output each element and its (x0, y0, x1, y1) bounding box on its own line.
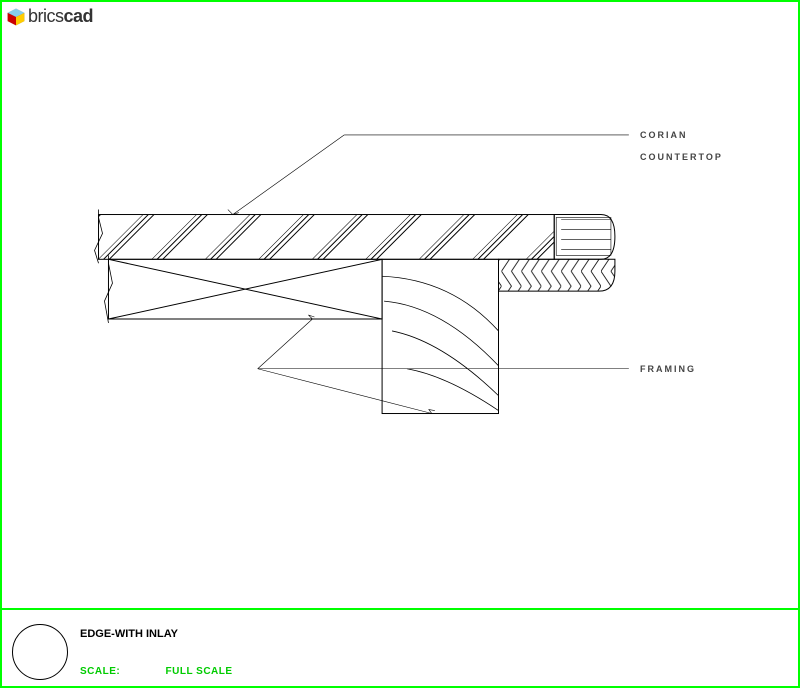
app-frame: bricscad (0, 0, 800, 688)
cad-drawing (4, 32, 796, 606)
substrate-box (108, 259, 382, 319)
title-block: EDGE-WITH INLAY SCALE: FULL SCALE (2, 608, 798, 686)
scale-value: FULL SCALE (166, 666, 233, 677)
detail-marker-circle (12, 624, 68, 680)
label-framing: FRAMING (640, 364, 696, 374)
leader-framing (258, 315, 629, 414)
label-corian-2: COUNTERTOP (640, 152, 723, 162)
scale-label: SCALE: (80, 666, 120, 677)
drawing-title: EDGE-WITH INLAY (80, 628, 178, 640)
label-corian-1: CORIAN (640, 130, 688, 140)
scale-row: SCALE: FULL SCALE (80, 666, 233, 677)
countertop-section (99, 215, 615, 292)
drawing-canvas[interactable]: CORIAN COUNTERTOP FRAMING (4, 32, 796, 606)
app-logo: bricscad (6, 6, 93, 27)
leader-corian (228, 135, 629, 215)
bricscad-icon (6, 7, 26, 27)
framing-member (382, 259, 498, 413)
app-name: bricscad (28, 6, 93, 27)
